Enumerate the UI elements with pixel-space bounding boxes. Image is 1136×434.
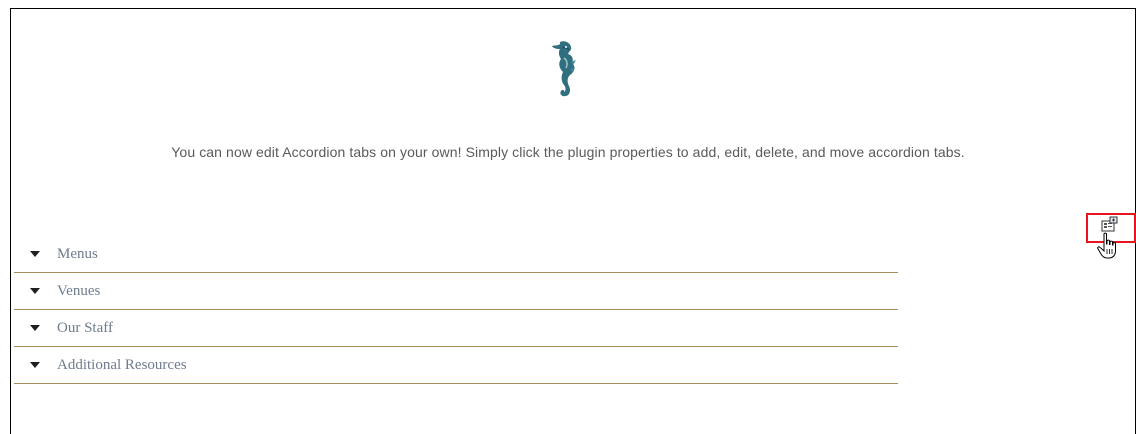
caret-down-icon	[30, 288, 40, 294]
accordion-tab-label: Our Staff	[57, 319, 113, 336]
accordion: Menus Venues Our Staff Additional Resour…	[14, 236, 898, 384]
accordion-tab-additional-resources[interactable]: Additional Resources	[14, 347, 898, 384]
accordion-tab-venues[interactable]: Venues	[14, 273, 898, 310]
accordion-tab-label: Additional Resources	[57, 356, 187, 373]
plugin-properties-icon[interactable]	[1101, 216, 1119, 232]
seahorse-logo	[552, 41, 576, 97]
accordion-tab-our-staff[interactable]: Our Staff	[14, 310, 898, 347]
hand-pointer-cursor	[1097, 232, 1116, 259]
caret-down-icon	[30, 251, 40, 257]
intro-text: You can now edit Accordion tabs on your …	[171, 144, 965, 160]
accordion-tab-label: Menus	[57, 245, 98, 262]
accordion-tab-menus[interactable]: Menus	[14, 236, 898, 273]
accordion-tab-label: Venues	[57, 282, 101, 299]
caret-down-icon	[30, 325, 40, 331]
caret-down-icon	[30, 362, 40, 368]
